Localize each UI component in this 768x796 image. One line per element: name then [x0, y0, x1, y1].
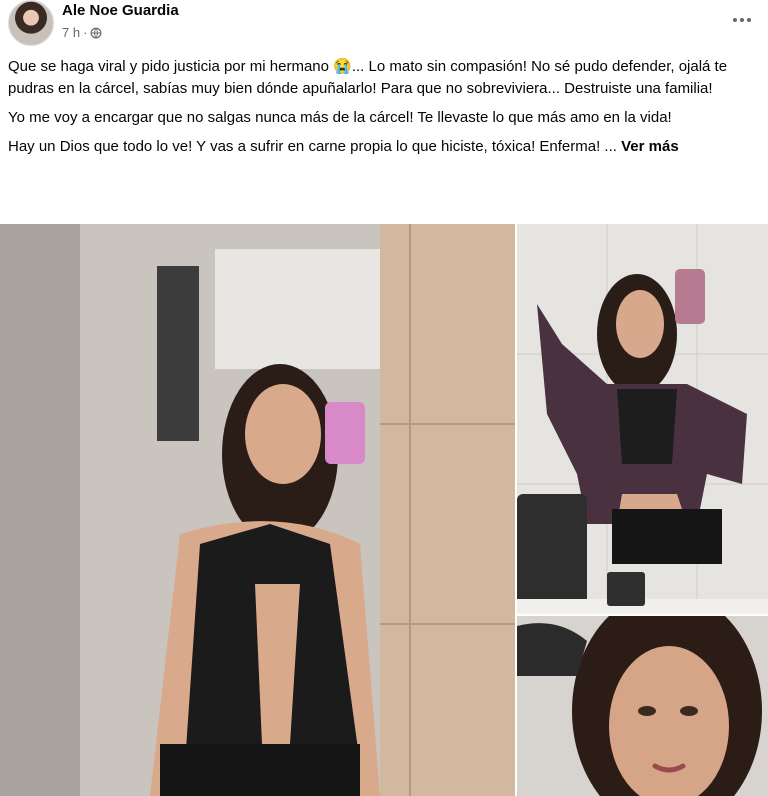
post-paragraph-3: Hay un Dios que todo lo ve! Y vas a sufr… — [8, 136, 760, 158]
profile-avatar[interactable] — [8, 0, 54, 46]
post-paragraph-3-text: Hay un Dios que todo lo ve! Y vas a sufr… — [8, 138, 617, 155]
meta-separator: · — [83, 25, 88, 40]
post-paragraph-2: Yo me voy a encargar que no salgas nunca… — [8, 109, 672, 126]
more-options-icon[interactable] — [730, 10, 754, 30]
post-text: Que se haga viral y pido justicia por mi… — [8, 56, 760, 165]
photo-mirror-selfie-bathroom[interactable] — [0, 224, 515, 796]
author-name[interactable]: Ale Noe Guardia — [62, 2, 179, 19]
see-more-link[interactable]: Ver más — [621, 138, 679, 155]
photo-mirror-selfie-jacket[interactable] — [517, 224, 768, 614]
photo-grid — [0, 224, 768, 796]
globe-icon[interactable] — [90, 27, 102, 39]
post-meta: 7 h · — [62, 25, 102, 40]
post-header: Ale Noe Guardia 7 h · — [0, 0, 768, 50]
post-paragraph-1: Que se haga viral y pido justicia por mi… — [8, 58, 728, 97]
post-time[interactable]: 7 h — [62, 25, 80, 40]
photo-portrait-closeup[interactable] — [517, 616, 768, 796]
